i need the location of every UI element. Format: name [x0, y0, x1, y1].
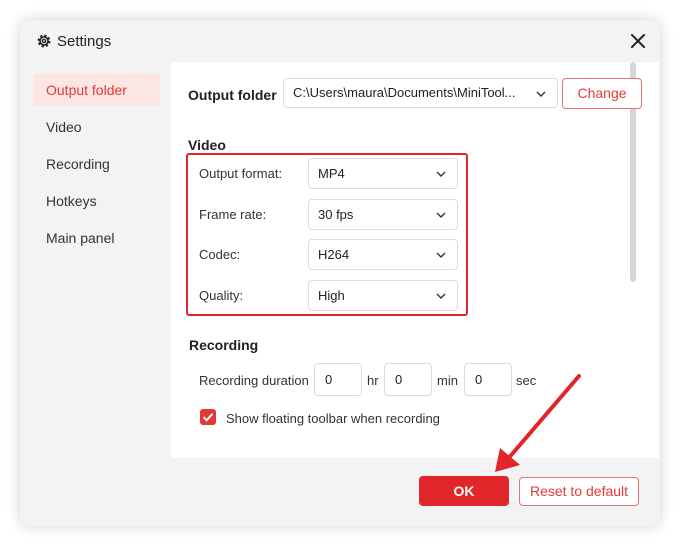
output-folder-label: Output folder — [188, 87, 277, 103]
chevron-down-icon — [436, 252, 446, 258]
codec-value: H264 — [318, 247, 350, 262]
floating-toolbar-checkbox[interactable] — [200, 409, 216, 425]
change-folder-button[interactable]: Change — [562, 78, 642, 109]
close-icon[interactable] — [628, 31, 648, 51]
minutes-input[interactable]: 0 — [384, 363, 432, 396]
chevron-down-icon — [536, 91, 546, 97]
sidebar-item-hotkeys[interactable]: Hotkeys — [33, 185, 160, 217]
frame-rate-value: 30 fps — [318, 207, 354, 222]
chevron-down-icon — [436, 171, 446, 177]
output-folder-path: C:\Users\maura\Documents\MiniTool... — [293, 85, 516, 100]
sidebar: Output folder Video Recording Hotkeys Ma… — [20, 62, 171, 458]
floating-toolbar-label: Show floating toolbar when recording — [226, 411, 440, 426]
recording-heading: Recording — [189, 337, 259, 353]
output-folder-path-select[interactable]: C:\Users\maura\Documents\MiniTool... — [283, 78, 558, 108]
output-format-select[interactable]: MP4 — [308, 158, 458, 189]
sidebar-item-video[interactable]: Video — [33, 111, 160, 143]
dialog-title: Settings — [57, 33, 112, 50]
frame-rate-label: Frame rate: — [199, 207, 267, 222]
seconds-unit: sec — [516, 373, 537, 388]
reset-to-default-button[interactable]: Reset to default — [519, 477, 639, 506]
recording-duration-label: Recording duration — [199, 373, 309, 388]
hours-unit: hr — [367, 373, 379, 388]
quality-value: High — [318, 288, 345, 303]
sidebar-item-recording[interactable]: Recording — [33, 148, 160, 180]
hours-input[interactable]: 0 — [314, 363, 362, 396]
chevron-down-icon — [436, 212, 446, 218]
gear-icon — [37, 34, 51, 48]
chevron-down-icon — [436, 293, 446, 299]
frame-rate-select[interactable]: 30 fps — [308, 199, 458, 230]
video-heading: Video — [188, 137, 226, 153]
seconds-input[interactable]: 0 — [464, 363, 512, 396]
minutes-unit: min — [437, 373, 458, 388]
checkmark-icon — [202, 413, 214, 422]
title-bar: Settings — [20, 20, 660, 62]
output-format-label: Output format: — [199, 166, 283, 181]
sidebar-item-output-folder[interactable]: Output folder — [33, 74, 160, 106]
quality-label: Quality: — [199, 288, 244, 303]
sidebar-item-main-panel[interactable]: Main panel — [33, 222, 160, 254]
ok-button[interactable]: OK — [419, 476, 509, 506]
codec-label: Codec: — [199, 247, 241, 262]
codec-select[interactable]: H264 — [308, 239, 458, 270]
quality-select[interactable]: High — [308, 280, 458, 311]
output-format-value: MP4 — [318, 166, 345, 181]
